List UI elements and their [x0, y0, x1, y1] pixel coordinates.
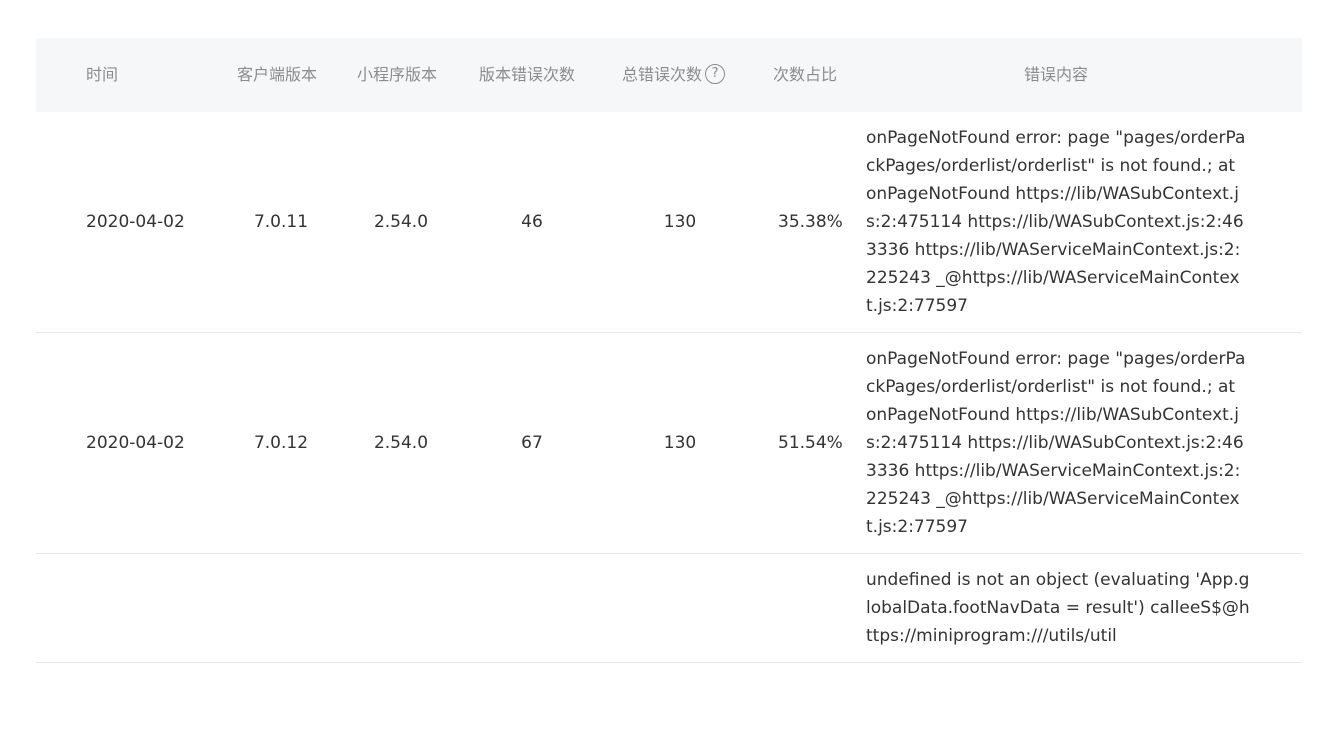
- cell-error-content: onPageNotFound error: page "pages/orderP…: [866, 128, 1246, 316]
- error-table: 时间 客户端版本 小程序版本 版本错误次数 总错误次数? 次数占比 错误内容 2…: [36, 38, 1302, 663]
- header-client-version[interactable]: 客户端版本: [237, 38, 317, 112]
- header-total-errors: 总错误次数?: [622, 38, 726, 112]
- table-row: 2020-04-02 7.0.12 2.54.0 67 130 51.54% o…: [36, 333, 1302, 554]
- cell-error-content: undefined is not an object (evaluating '…: [866, 570, 1250, 646]
- cell-time: 2020-04-02: [86, 212, 185, 232]
- header-total-errors-label[interactable]: 总错误次数: [622, 65, 702, 84]
- header-content: 错误内容: [1024, 65, 1089, 84]
- table-row: undefined is not an object (evaluating '…: [36, 554, 1302, 663]
- help-icon[interactable]: ?: [705, 64, 726, 84]
- cell-ratio: 51.54%: [778, 433, 843, 453]
- cell-client-version: 7.0.12: [253, 433, 309, 453]
- cell-ratio: 35.38%: [778, 212, 843, 232]
- header-time[interactable]: 时间: [86, 38, 118, 112]
- cell-mp-version: 2.54.0: [373, 433, 429, 453]
- cell-time: 2020-04-02: [86, 433, 185, 453]
- cell-total-errors: 130: [663, 433, 697, 453]
- header-mp-version[interactable]: 小程序版本: [357, 38, 437, 112]
- cell-version-errors: 46: [521, 212, 543, 232]
- cell-version-errors: 67: [521, 433, 543, 453]
- cell-total-errors: 130: [663, 212, 697, 232]
- cell-mp-version: 2.54.0: [373, 212, 429, 232]
- cell-client-version: 7.0.11: [253, 212, 309, 232]
- table-row: 2020-04-02 7.0.11 2.54.0 46 130 35.38% o…: [36, 112, 1302, 333]
- cell-error-content: onPageNotFound error: page "pages/orderP…: [866, 349, 1246, 537]
- header-ratio[interactable]: 次数占比: [773, 38, 837, 112]
- table-header: 时间 客户端版本 小程序版本 版本错误次数 总错误次数? 次数占比 错误内容: [36, 38, 1302, 112]
- header-version-errors[interactable]: 版本错误次数: [479, 38, 575, 112]
